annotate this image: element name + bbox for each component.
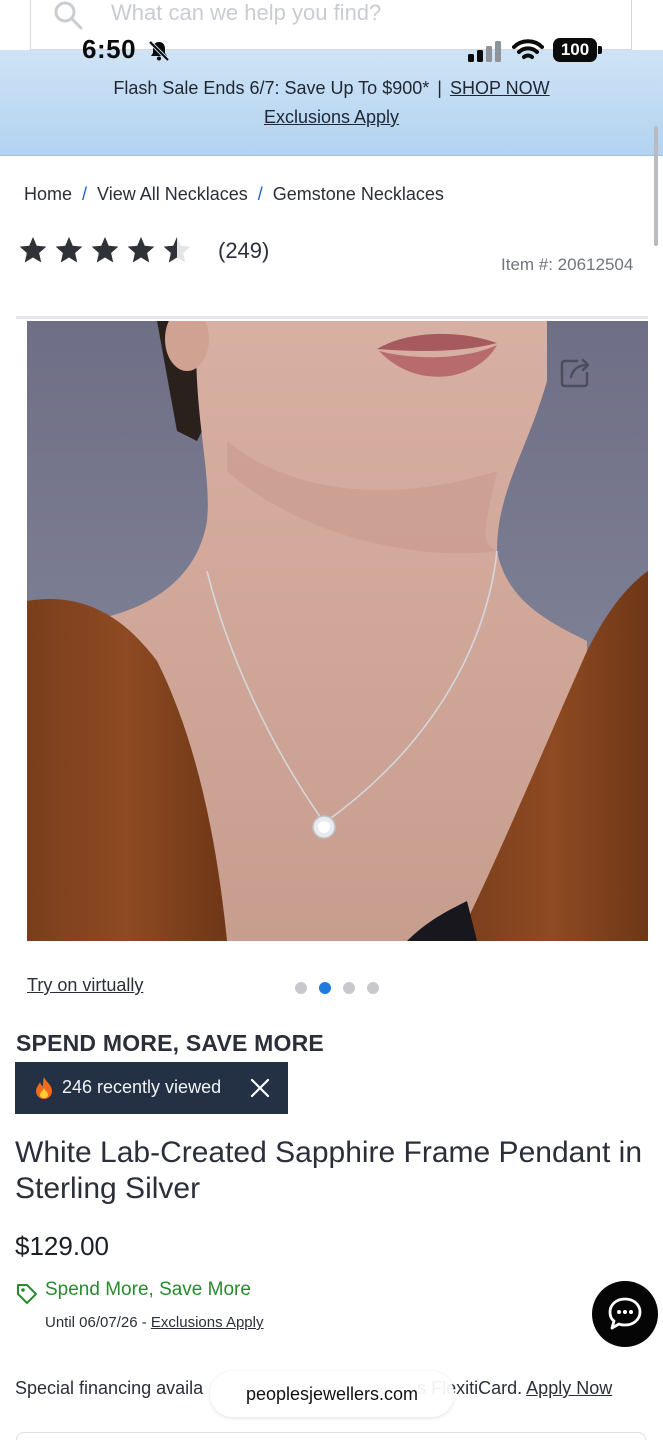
recently-viewed-text: 246 recently viewed bbox=[62, 1077, 222, 1097]
star-half-icon bbox=[163, 236, 191, 263]
fire-icon bbox=[36, 1077, 52, 1099]
battery-level: 100 bbox=[553, 38, 597, 62]
status-bar: 6:50 100 bbox=[0, 32, 663, 68]
product-title: White Lab-Created Sapphire Frame Pendant… bbox=[15, 1136, 643, 1205]
offer-until: Until 06/07/26 - Exclusions Apply bbox=[45, 1314, 263, 1331]
item-number: Item #: 20612504 bbox=[501, 255, 634, 274]
chat-button[interactable] bbox=[592, 1281, 658, 1347]
status-time: 6:50 bbox=[82, 34, 137, 64]
carousel-dot-active[interactable] bbox=[319, 982, 331, 994]
product-image[interactable] bbox=[27, 321, 648, 941]
shop-now-link[interactable]: SHOP NOW bbox=[450, 78, 550, 98]
carousel-dot[interactable] bbox=[295, 982, 307, 994]
try-on-virtually-link[interactable]: Try on virtually bbox=[27, 975, 143, 996]
breadcrumb: Home / View All Necklaces / Gemstone Necklac… bbox=[24, 184, 444, 205]
browser-url-bar[interactable]: peoplesjewellers.com bbox=[210, 1371, 454, 1417]
search-icon bbox=[54, 1, 83, 30]
page-scrollbar[interactable] bbox=[654, 126, 658, 246]
breadcrumb-home[interactable]: Home bbox=[24, 184, 72, 204]
promo-heading: SPEND MORE, SAVE MORE bbox=[16, 1030, 324, 1056]
tag-icon bbox=[17, 1284, 37, 1304]
recently-viewed-badge: 246 recently viewed bbox=[15, 1062, 288, 1114]
offer-exclusions-link[interactable]: Exclusions Apply bbox=[151, 1314, 264, 1331]
battery-icon: 100 bbox=[553, 38, 603, 62]
cellular-signal-icon bbox=[468, 41, 501, 62]
product-price: $129.00 bbox=[15, 1231, 109, 1261]
silent-bell-icon bbox=[148, 40, 170, 62]
apply-now-link[interactable]: Apply Now bbox=[526, 1378, 612, 1398]
carousel-dot[interactable] bbox=[343, 982, 355, 994]
divider bbox=[16, 316, 648, 319]
bottom-card-edge bbox=[16, 1432, 646, 1440]
star-full-icon bbox=[91, 236, 119, 263]
carousel-dot[interactable] bbox=[367, 982, 379, 994]
promo-separator: | bbox=[437, 78, 442, 98]
offer-label[interactable]: Spend More, Save More bbox=[45, 1279, 251, 1301]
financing-text-start: Special financing availa bbox=[15, 1378, 204, 1398]
promo-exclusions-link[interactable]: Exclusions Apply bbox=[264, 107, 399, 127]
share-icon[interactable] bbox=[557, 355, 593, 391]
wifi-icon bbox=[512, 39, 544, 59]
breadcrumb-necklaces[interactable]: View All Necklaces bbox=[97, 184, 248, 204]
star-full-icon bbox=[55, 236, 83, 263]
close-icon[interactable] bbox=[249, 1077, 271, 1099]
search-input[interactable]: What can we help you find? bbox=[111, 0, 381, 26]
offer-until-text: Until 06/07/26 - bbox=[45, 1314, 147, 1331]
star-full-icon bbox=[19, 236, 47, 263]
review-count[interactable]: (249) bbox=[218, 238, 269, 264]
chat-bubble-icon bbox=[608, 1297, 642, 1330]
breadcrumb-separator: / bbox=[82, 184, 88, 204]
product-photo bbox=[27, 321, 648, 941]
breadcrumb-separator: / bbox=[257, 184, 263, 204]
promo-text: Flash Sale Ends 6/7: Save Up To $900* bbox=[113, 78, 430, 98]
star-full-icon bbox=[127, 236, 155, 263]
breadcrumb-gemstone-necklaces[interactable]: Gemstone Necklaces bbox=[273, 184, 444, 204]
